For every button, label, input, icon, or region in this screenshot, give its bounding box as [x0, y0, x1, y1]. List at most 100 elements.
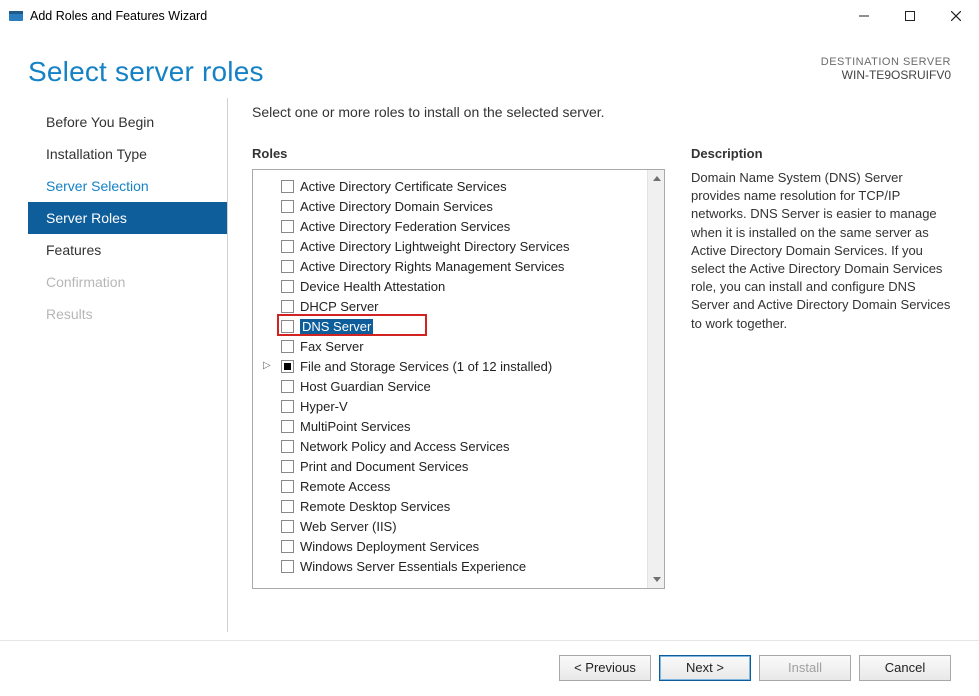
role-row[interactable]: ▷File and Storage Services (1 of 12 inst… [271, 356, 642, 376]
window-controls [841, 0, 979, 32]
nav-item[interactable]: Server Roles [28, 202, 227, 234]
role-row[interactable]: Active Directory Domain Services [271, 196, 642, 216]
role-label: Device Health Attestation [300, 279, 445, 294]
role-checkbox[interactable] [281, 260, 294, 273]
role-label: Print and Document Services [300, 459, 468, 474]
body: Before You BeginInstallation TypeServer … [0, 98, 979, 640]
minimize-button[interactable] [841, 0, 887, 32]
role-checkbox[interactable] [281, 200, 294, 213]
role-label: Hyper-V [300, 399, 348, 414]
titlebar: Add Roles and Features Wizard [0, 0, 979, 32]
close-button[interactable] [933, 0, 979, 32]
role-label: Active Directory Lightweight Directory S… [300, 239, 569, 254]
previous-button[interactable]: < Previous [559, 655, 651, 681]
scroll-up-icon[interactable] [648, 170, 665, 187]
nav-item: Confirmation [28, 266, 227, 298]
role-checkbox[interactable] [281, 320, 294, 333]
role-label: DHCP Server [300, 299, 379, 314]
wizard-nav: Before You BeginInstallation TypeServer … [28, 98, 228, 632]
next-button[interactable]: Next > [659, 655, 751, 681]
role-label: File and Storage Services (1 of 12 insta… [300, 359, 552, 374]
window-title: Add Roles and Features Wizard [30, 9, 207, 23]
install-button[interactable]: Install [759, 655, 851, 681]
role-checkbox[interactable] [281, 420, 294, 433]
role-label: Active Directory Rights Management Servi… [300, 259, 564, 274]
role-row[interactable]: DNS Server [271, 316, 642, 336]
role-label: Remote Access [300, 479, 390, 494]
role-checkbox[interactable] [281, 180, 294, 193]
role-row[interactable]: Hyper-V [271, 396, 642, 416]
role-checkbox[interactable] [281, 500, 294, 513]
expander-icon[interactable]: ▷ [263, 360, 271, 371]
role-checkbox[interactable] [281, 240, 294, 253]
role-checkbox[interactable] [281, 220, 294, 233]
nav-item[interactable]: Features [28, 234, 227, 266]
role-checkbox[interactable] [281, 400, 294, 413]
roles-listbox[interactable]: Active Directory Certificate Services Act… [252, 169, 665, 589]
role-row[interactable]: MultiPoint Services [271, 416, 642, 436]
roles-list: Active Directory Certificate Services Act… [253, 170, 646, 588]
role-checkbox[interactable] [281, 480, 294, 493]
nav-item[interactable]: Before You Begin [28, 106, 227, 138]
role-label: Remote Desktop Services [300, 499, 450, 514]
role-row[interactable]: Active Directory Certificate Services [271, 176, 642, 196]
app-icon [8, 8, 24, 24]
role-row[interactable]: Device Health Attestation [271, 276, 642, 296]
role-label: DNS Server [300, 319, 373, 334]
role-checkbox[interactable] [281, 280, 294, 293]
nav-item[interactable]: Server Selection [28, 170, 227, 202]
role-checkbox[interactable] [281, 460, 294, 473]
role-checkbox[interactable] [281, 380, 294, 393]
role-label: Active Directory Domain Services [300, 199, 493, 214]
button-row: < Previous Next > Install Cancel [0, 640, 979, 696]
role-row[interactable]: Fax Server [271, 336, 642, 356]
nav-item[interactable]: Installation Type [28, 138, 227, 170]
destination-block: DESTINATION SERVER WIN-TE9OSRUIFV0 [821, 56, 951, 82]
role-label: Host Guardian Service [300, 379, 431, 394]
role-row[interactable]: Active Directory Lightweight Directory S… [271, 236, 642, 256]
role-checkbox[interactable] [281, 560, 294, 573]
role-row[interactable]: Active Directory Rights Management Servi… [271, 256, 642, 276]
header: Select server roles DESTINATION SERVER W… [0, 32, 979, 98]
description-heading: Description [691, 146, 951, 161]
role-label: Windows Server Essentials Experience [300, 559, 526, 574]
role-label: Fax Server [300, 339, 364, 354]
destination-label: DESTINATION SERVER [821, 56, 951, 68]
roles-heading: Roles [252, 146, 665, 161]
description-column: Description Domain Name System (DNS) Ser… [691, 146, 951, 632]
role-row[interactable]: Host Guardian Service [271, 376, 642, 396]
role-checkbox[interactable] [281, 440, 294, 453]
description-text: Domain Name System (DNS) Server provides… [691, 169, 951, 333]
role-checkbox[interactable] [281, 360, 294, 373]
role-label: MultiPoint Services [300, 419, 411, 434]
role-label: Windows Deployment Services [300, 539, 479, 554]
scroll-down-icon[interactable] [648, 571, 665, 588]
page-title: Select server roles [28, 56, 264, 88]
roles-column: Roles Active Directory Certificate Servi… [252, 146, 665, 632]
role-row[interactable]: Web Server (IIS) [271, 516, 642, 536]
cancel-button[interactable]: Cancel [859, 655, 951, 681]
columns: Roles Active Directory Certificate Servi… [252, 146, 951, 632]
role-row[interactable]: DHCP Server [271, 296, 642, 316]
role-label: Active Directory Federation Services [300, 219, 510, 234]
role-row[interactable]: Remote Desktop Services [271, 496, 642, 516]
wizard-window: Add Roles and Features Wizard Select ser… [0, 0, 979, 696]
role-label: Network Policy and Access Services [300, 439, 510, 454]
maximize-button[interactable] [887, 0, 933, 32]
scrollbar[interactable] [647, 170, 664, 588]
role-label: Active Directory Certificate Services [300, 179, 507, 194]
role-checkbox[interactable] [281, 300, 294, 313]
role-row[interactable]: Remote Access [271, 476, 642, 496]
role-row[interactable]: Print and Document Services [271, 456, 642, 476]
role-checkbox[interactable] [281, 540, 294, 553]
main-panel: Select one or more roles to install on t… [228, 98, 951, 632]
destination-server: WIN-TE9OSRUIFV0 [821, 68, 951, 82]
role-row[interactable]: Network Policy and Access Services [271, 436, 642, 456]
role-label: Web Server (IIS) [300, 519, 397, 534]
role-row[interactable]: Windows Deployment Services [271, 536, 642, 556]
intro-text: Select one or more roles to install on t… [252, 104, 951, 120]
role-checkbox[interactable] [281, 340, 294, 353]
role-checkbox[interactable] [281, 520, 294, 533]
role-row[interactable]: Windows Server Essentials Experience [271, 556, 642, 576]
role-row[interactable]: Active Directory Federation Services [271, 216, 642, 236]
